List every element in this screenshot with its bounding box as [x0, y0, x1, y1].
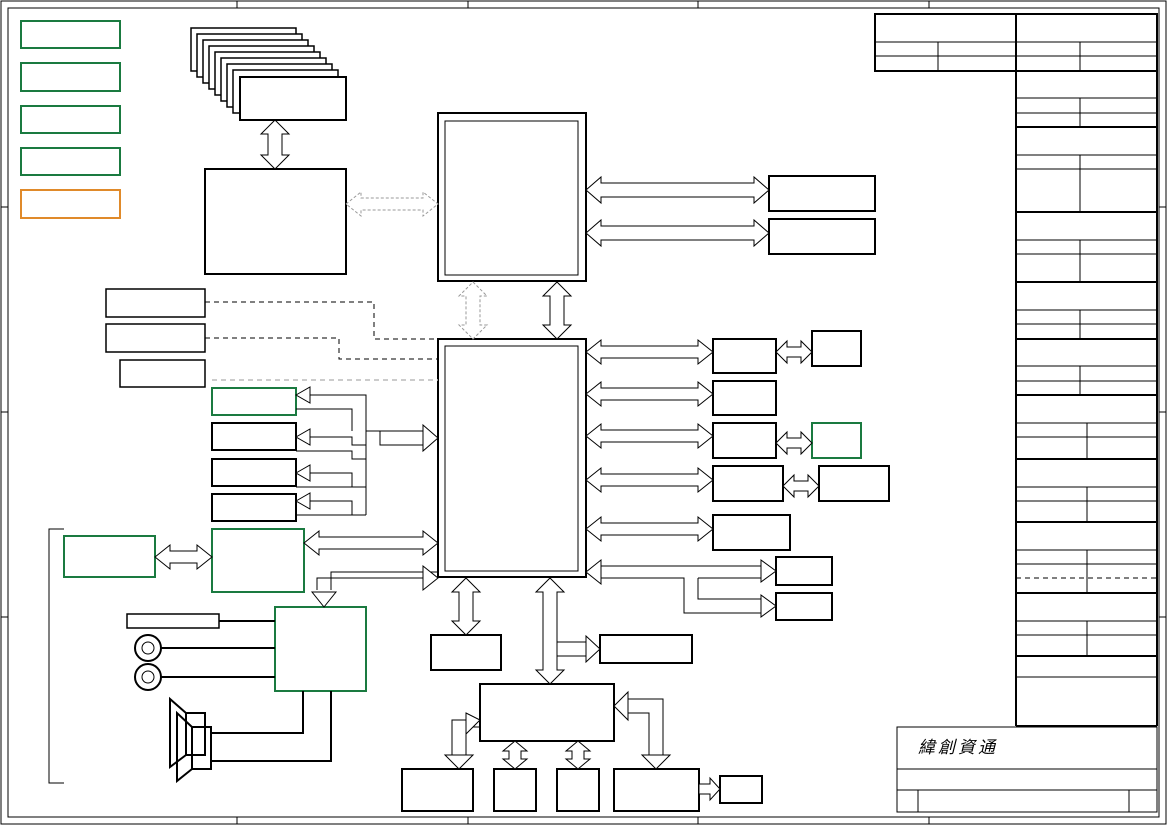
right-lower-links	[585, 558, 777, 618]
block-ec	[479, 683, 615, 742]
block-right-4b	[818, 465, 890, 502]
company-name: 緯創資通	[918, 738, 998, 758]
memory-stack	[190, 27, 347, 121]
block-ec-sub-1	[401, 768, 474, 812]
block-left-controller	[204, 168, 347, 275]
dashed-links	[205, 301, 438, 360]
block-ec-sub-5	[719, 775, 763, 804]
block-left-2	[105, 323, 206, 353]
block-right-1b	[811, 330, 862, 367]
block-right-4	[712, 465, 784, 502]
block-left-3	[119, 359, 206, 388]
block-audio-amp-green	[274, 606, 367, 692]
block-ec-sub-4	[613, 768, 700, 812]
legend	[20, 20, 121, 219]
block-right-3b-green	[811, 422, 862, 459]
block-ec-sub-3	[556, 768, 600, 812]
block-right-5	[712, 514, 791, 551]
block-chipset-inner	[444, 345, 579, 572]
block-codec-green	[211, 528, 305, 593]
block-usb-2	[211, 422, 297, 451]
block-chipset	[437, 338, 587, 578]
block-bottom-left	[430, 634, 502, 671]
block-diagram	[0, 0, 1167, 825]
block-right-6	[775, 556, 833, 586]
block-cpu	[437, 112, 587, 282]
block-cpu-right-2	[768, 218, 876, 255]
blocks	[63, 112, 890, 812]
block-right-3	[712, 422, 777, 459]
block-cpu-right-1	[768, 175, 876, 212]
block-usb-4	[211, 493, 297, 522]
block-right-7	[775, 592, 833, 621]
block-cpu-inner	[444, 120, 579, 276]
block-right-1	[712, 338, 777, 374]
bus-arrows-light	[345, 190, 489, 340]
block-audio-jack-strip	[126, 613, 220, 629]
legend-box-green-3	[20, 105, 121, 134]
block-codec-left-green	[63, 535, 156, 578]
title-block	[874, 13, 1158, 813]
block-bottom-right	[599, 634, 693, 664]
block-left-1	[105, 288, 206, 318]
jack-icon-1	[134, 634, 162, 662]
block-usb-green	[211, 387, 297, 416]
legend-box-green-2	[20, 62, 121, 92]
legend-box-green-4	[20, 147, 121, 176]
speaker-icon	[169, 696, 212, 784]
block-usb-3	[211, 458, 297, 487]
jack-icon-2	[134, 663, 162, 691]
sheet-frame	[0, 0, 1167, 825]
block-ec-sub-2	[493, 768, 537, 812]
legend-box-green-1	[20, 20, 121, 49]
audio-io	[48, 528, 332, 784]
usb-bundle	[294, 386, 439, 516]
legend-box-orange	[20, 189, 121, 219]
block-right-2	[712, 380, 777, 416]
audio-links	[310, 564, 439, 608]
